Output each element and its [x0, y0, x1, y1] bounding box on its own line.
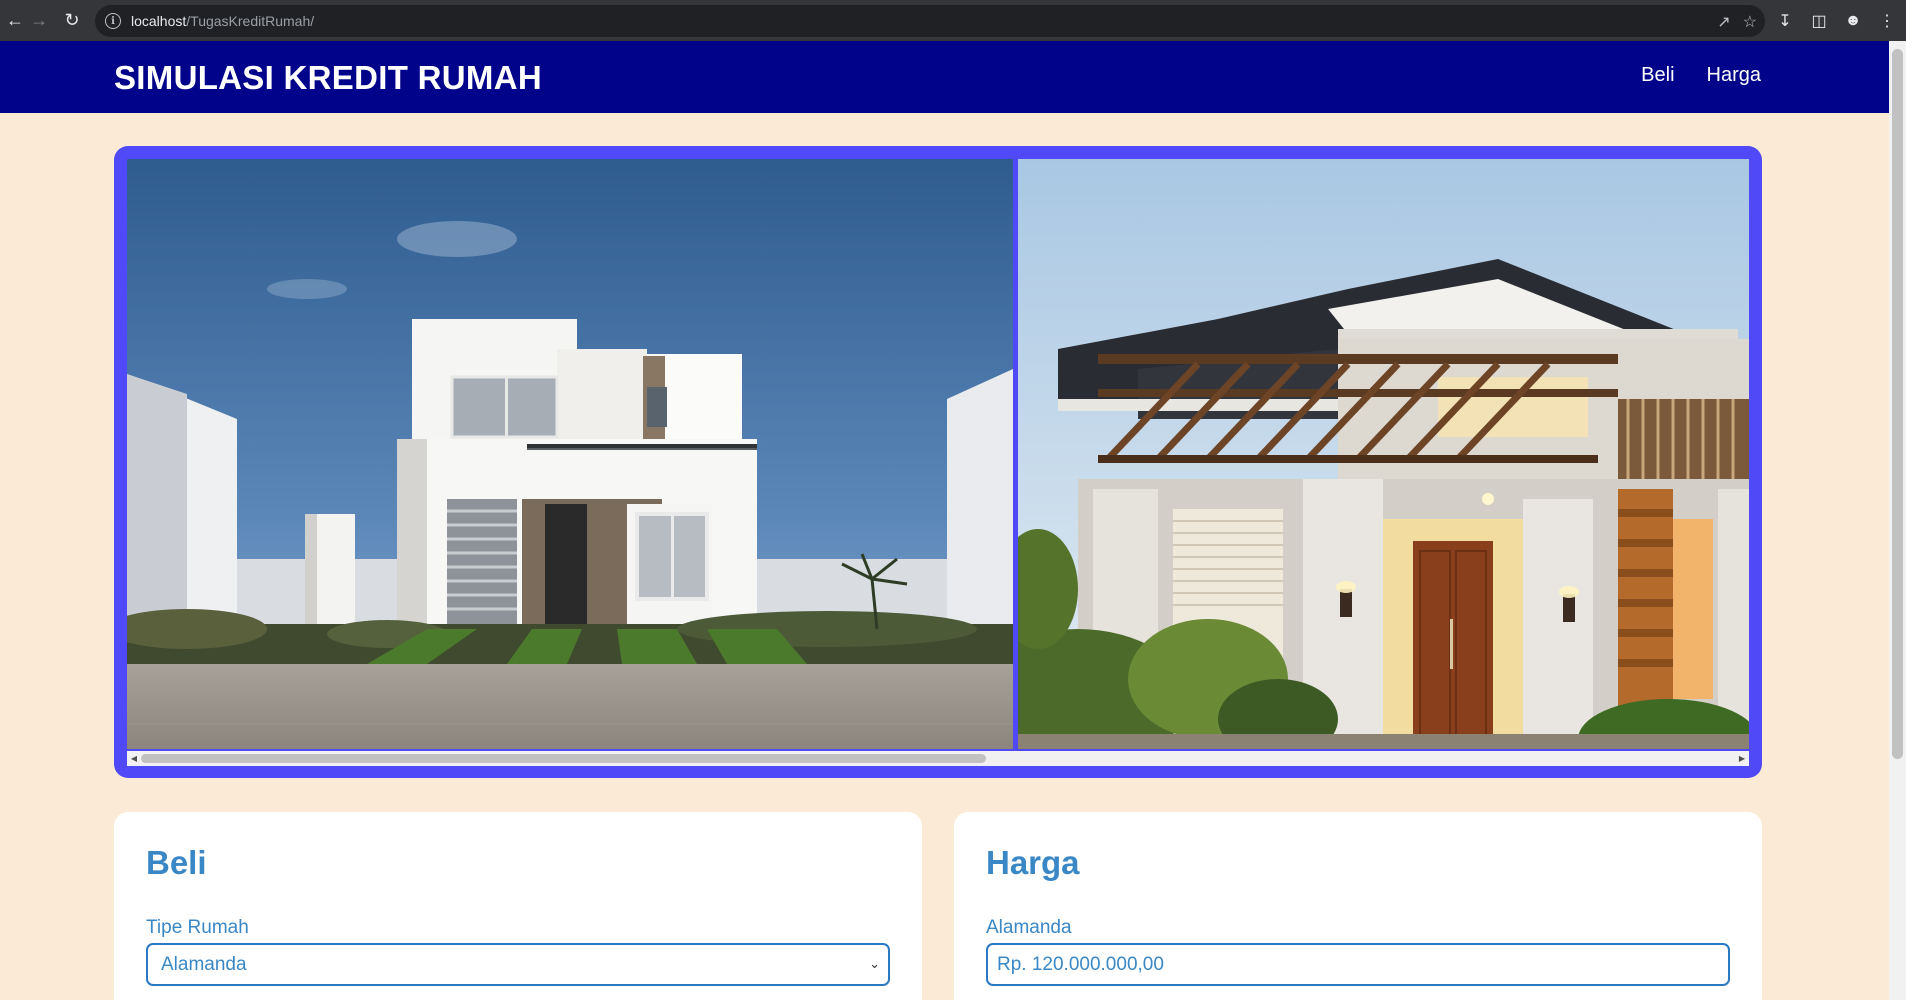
house-photo-modern: [127, 159, 1013, 749]
address-bar[interactable]: i localhost/TugasKreditRumah/ ↗ ☆: [95, 5, 1765, 37]
harga-price-field[interactable]: Rp. 120.000.000,00: [986, 943, 1730, 986]
scrollbar-thumb[interactable]: [141, 754, 986, 763]
page-vertical-scrollbar[interactable]: [1889, 41, 1906, 1000]
beli-card: Beli Tipe Rumah Alamanda ⌄: [114, 812, 922, 1000]
download-icon[interactable]: ↧: [1770, 6, 1800, 36]
nav-link-beli[interactable]: Beli: [1641, 64, 1674, 87]
forward-icon[interactable]: →: [24, 5, 54, 35]
chevron-down-icon: ⌄: [869, 956, 880, 971]
nav-link-harga[interactable]: Harga: [1707, 64, 1761, 87]
menu-kebab-icon[interactable]: ⋮: [1872, 6, 1902, 36]
share-icon[interactable]: ↗: [1717, 12, 1730, 32]
beli-title: Beli: [146, 844, 207, 881]
site-info-icon[interactable]: i: [105, 13, 121, 29]
page-viewport: SIMULASI KREDIT RUMAH Beli Harga ◀ ▶ Bel…: [0, 41, 1906, 1000]
house-photo-tropical: [1018, 159, 1749, 749]
scroll-right-arrow-icon[interactable]: ▶: [1735, 751, 1749, 766]
bookmark-star-icon[interactable]: ☆: [1743, 12, 1757, 32]
harga-price-value: Rp. 120.000.000,00: [997, 953, 1164, 975]
profile-icon[interactable]: ☻: [1838, 6, 1868, 36]
harga-field-label: Alamanda: [986, 917, 1072, 938]
site-brand[interactable]: SIMULASI KREDIT RUMAH: [114, 59, 542, 97]
gallery-horizontal-scrollbar[interactable]: ◀ ▶: [127, 751, 1749, 766]
top-nav: Beli Harga: [1641, 64, 1761, 87]
harga-card: Harga Alamanda Rp. 120.000.000,00: [954, 812, 1762, 1000]
site-header: SIMULASI KREDIT RUMAH Beli Harga: [0, 41, 1889, 113]
gallery-track[interactable]: [127, 159, 1749, 749]
side-panel-icon[interactable]: ◫: [1804, 6, 1834, 36]
tipe-rumah-select[interactable]: Alamanda ⌄: [146, 943, 890, 986]
harga-title: Harga: [986, 844, 1080, 881]
tipe-rumah-selected-value: Alamanda: [161, 953, 247, 975]
page-scrollbar-thumb[interactable]: [1892, 49, 1903, 759]
scroll-left-arrow-icon[interactable]: ◀: [127, 751, 141, 766]
tipe-rumah-label: Tipe Rumah: [146, 917, 249, 938]
url-path: /TugasKreditRumah/: [186, 13, 315, 29]
url-host: localhost: [131, 13, 187, 29]
browser-toolbar: ← → ↻ i localhost/TugasKreditRumah/ ↗ ☆ …: [0, 0, 1906, 41]
reload-icon[interactable]: ↻: [57, 5, 87, 35]
house-gallery: ◀ ▶: [114, 146, 1762, 778]
